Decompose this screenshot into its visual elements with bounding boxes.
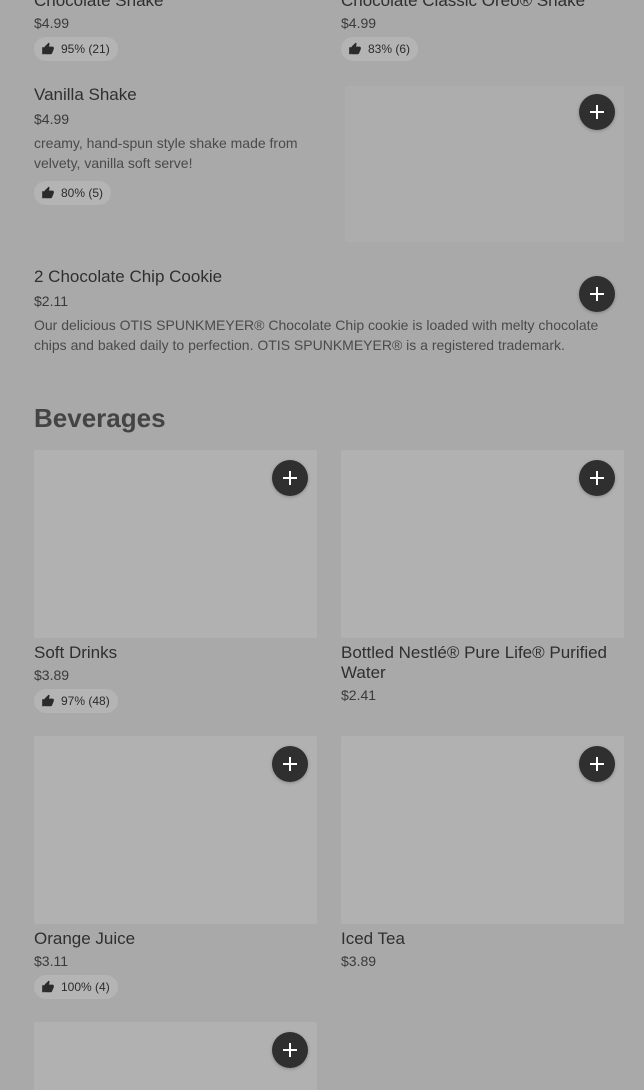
rating-badge: 83% (6): [341, 37, 419, 61]
add-to-cart-button[interactable]: [579, 460, 615, 496]
menu-item-price: $2.41: [341, 687, 377, 703]
plus-icon: [590, 287, 604, 301]
add-to-cart-button[interactable]: [579, 276, 615, 312]
plus-icon: [590, 105, 604, 119]
plus-icon: [283, 471, 297, 485]
thumbs-up-icon: [41, 42, 55, 56]
section-title: Beverages: [34, 403, 166, 433]
add-to-cart-button[interactable]: [272, 460, 308, 496]
menu-item-name[interactable]: Bottled Nestlé® Pure Life® Purified Wate…: [341, 643, 611, 683]
menu-item-description: Our delicious OTIS SPUNKMEYER® Chocolate…: [34, 317, 599, 353]
rating-badge: 97% (48): [34, 689, 118, 713]
add-to-cart-button[interactable]: [579, 746, 615, 782]
menu-item-name[interactable]: Iced Tea: [341, 929, 405, 949]
rating-badge: 80% (5): [34, 181, 112, 205]
menu-item-price: $3.89: [34, 667, 70, 683]
menu-item-name[interactable]: Chocolate Shake: [34, 0, 163, 11]
plus-icon: [283, 1043, 297, 1057]
menu-item-price: $3.11: [34, 953, 68, 969]
menu-item-price: $2.11: [34, 293, 68, 309]
menu-item-description: creamy, hand-spun style shake made from …: [34, 135, 298, 171]
rating-text: 97% (48): [61, 694, 110, 708]
rating-badge: 95% (21): [34, 37, 118, 61]
menu-item-name[interactable]: Orange Juice: [34, 929, 135, 949]
add-to-cart-button[interactable]: [272, 746, 308, 782]
thumbs-up-icon: [41, 980, 55, 994]
plus-icon: [283, 757, 297, 771]
add-to-cart-button[interactable]: [272, 1032, 308, 1068]
add-to-cart-button[interactable]: [579, 94, 615, 130]
menu-item-price: $4.99: [34, 111, 70, 127]
menu-item-price: $3.89: [341, 953, 377, 969]
menu-item-name[interactable]: Chocolate Classic Oreo® Shake: [341, 0, 585, 11]
rating-text: 95% (21): [61, 42, 110, 56]
menu-item-name[interactable]: Vanilla Shake: [34, 85, 137, 105]
thumbs-up-icon: [348, 42, 362, 56]
thumbs-up-icon: [41, 186, 55, 200]
thumbs-up-icon: [41, 694, 55, 708]
rating-text: 83% (6): [368, 42, 411, 56]
plus-icon: [590, 757, 604, 771]
rating-text: 80% (5): [61, 186, 104, 200]
menu-item-name[interactable]: 2 Chocolate Chip Cookie: [34, 267, 222, 287]
plus-icon: [590, 471, 604, 485]
menu-item-price: $4.99: [341, 15, 377, 31]
rating-badge: 100% (4): [34, 975, 118, 999]
menu-item-price: $4.99: [34, 15, 70, 31]
rating-text: 100% (4): [61, 980, 110, 994]
menu-item-name[interactable]: Soft Drinks: [34, 643, 117, 663]
